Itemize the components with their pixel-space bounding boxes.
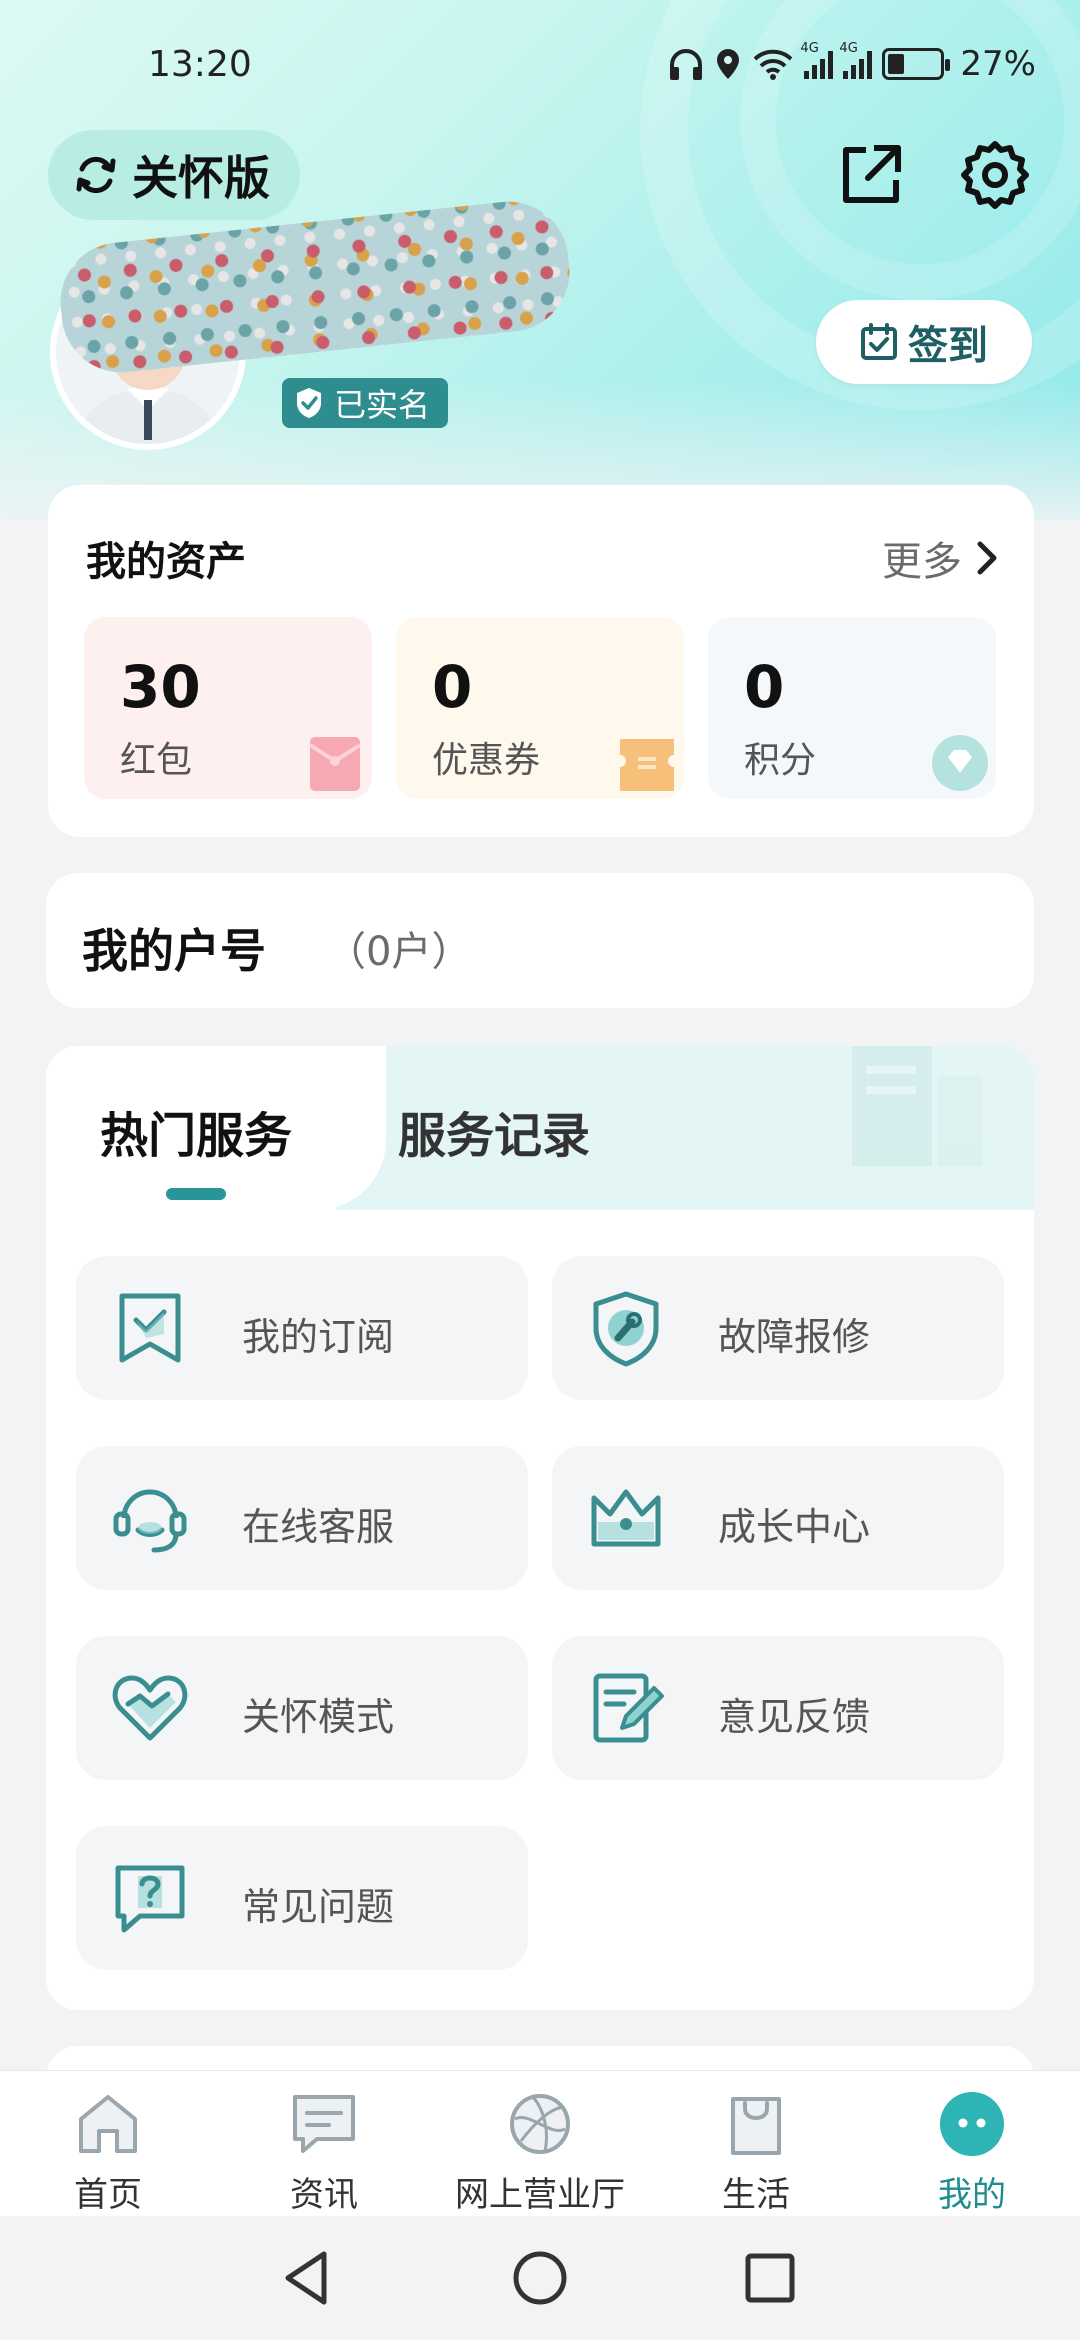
coupon-icon: [620, 739, 674, 791]
service-feedback[interactable]: 意见反馈: [552, 1636, 1004, 1780]
settings-icon[interactable]: [960, 140, 1030, 210]
red-packet-label: 红包: [120, 740, 193, 781]
bottom-nav: 首页 资讯 网上营业厅 生活 我的: [0, 2070, 1080, 2216]
points-label: 积分: [744, 740, 817, 781]
online-hall-icon: [510, 2094, 570, 2154]
nav-label: 网上营业厅: [455, 2175, 625, 2215]
wifi-icon: [754, 49, 793, 80]
assets-card: 我的资产 更多 30 红包 0 优惠券 0 积分: [48, 485, 1034, 837]
nav-label: 资讯: [290, 2175, 358, 2215]
network-type-1: 4G: [800, 41, 819, 56]
points-diamond-icon: [932, 735, 988, 791]
checkin-button[interactable]: 签到: [816, 300, 1032, 384]
coupon-label: 优惠券: [432, 740, 541, 781]
battery-percent: 27%: [960, 44, 1036, 84]
verified-badge: 已实名: [282, 378, 449, 428]
status-icons: 4G 4G 27%: [668, 41, 1036, 84]
points-value: 0: [744, 653, 785, 721]
asset-tile-red-packet[interactable]: 30 红包: [84, 617, 372, 799]
tab-hot-services[interactable]: 热门服务: [100, 1096, 292, 1166]
signal-icon: 4G: [800, 41, 834, 79]
service-growth-center[interactable]: 成长中心: [552, 1446, 1004, 1590]
service-label: 常见问题: [242, 1885, 395, 1929]
services-card: 热门服务 服务记录 我的订阅 故障报修 在线客服 成长中心 关怀模式 意见反馈 …: [46, 1046, 1034, 2010]
feedback-icon: [593, 1673, 664, 1743]
calendar-icon: [861, 323, 897, 360]
care-heart-icon: [112, 1675, 188, 1741]
nav-mine[interactable]: 我的: [864, 2089, 1080, 2216]
status-bar: 13:20 4G 4G 27%: [0, 0, 1080, 130]
service-label: 我的订阅: [242, 1315, 395, 1359]
service-care-mode[interactable]: 关怀模式: [76, 1636, 528, 1780]
nav-home[interactable]: 首页: [0, 2089, 216, 2216]
news-icon: [293, 2095, 355, 2153]
checkin-label: 签到: [908, 323, 988, 369]
faq-icon: [115, 1865, 185, 1933]
back-icon[interactable]: [276, 2246, 340, 2310]
network-type-2: 4G: [839, 41, 858, 56]
service-label: 意见反馈: [718, 1695, 871, 1739]
account-card[interactable]: 我的户号 （0户）: [46, 873, 1034, 1008]
tab-indicator: [166, 1188, 226, 1200]
nav-life[interactable]: 生活: [648, 2089, 864, 2216]
account-title: 我的户号: [82, 924, 266, 978]
service-fault-repair[interactable]: 故障报修: [552, 1256, 1004, 1400]
status-time: 13:20: [148, 44, 252, 85]
share-icon[interactable]: [836, 140, 906, 210]
battery-icon: [882, 48, 951, 80]
building-decoration-icon: [852, 1046, 982, 1166]
care-mode-button[interactable]: 关怀版: [48, 130, 300, 220]
service-my-subscription[interactable]: 我的订阅: [76, 1256, 528, 1400]
nav-online-hall[interactable]: 网上营业厅: [432, 2089, 648, 2216]
asset-tile-points[interactable]: 0 积分: [708, 617, 996, 799]
service-faq[interactable]: 常见问题: [76, 1826, 528, 1970]
assets-more-label: 更多: [882, 539, 962, 585]
nav-label: 我的: [938, 2175, 1006, 2215]
asset-tile-coupon[interactable]: 0 优惠券: [396, 617, 684, 799]
mine-icon: [940, 2092, 1004, 2156]
life-bag-icon: [731, 2097, 781, 2155]
service-label: 在线客服: [242, 1505, 395, 1549]
home-circle-icon[interactable]: [508, 2246, 572, 2310]
assets-title: 我的资产: [86, 539, 246, 585]
coupon-value: 0: [432, 653, 473, 721]
account-count: （0户）: [326, 929, 472, 975]
chevron-right-icon: [977, 541, 997, 575]
tab-service-records[interactable]: 服务记录: [398, 1096, 590, 1166]
location-icon: [717, 49, 740, 79]
care-mode-label: 关怀版: [132, 151, 270, 205]
assets-more-link[interactable]: 更多: [882, 529, 998, 587]
shield-check-icon: [297, 388, 321, 418]
customer-service-icon: [113, 1489, 187, 1553]
signal-icon-2: 4G: [839, 41, 873, 79]
nav-label: 首页: [74, 2175, 142, 2215]
headphones-icon: [670, 49, 703, 80]
recents-icon[interactable]: [738, 2246, 802, 2310]
home-icon: [79, 2095, 137, 2153]
refresh-icon: [76, 156, 116, 194]
red-packet-icon: [308, 737, 362, 791]
service-label: 故障报修: [718, 1315, 871, 1359]
service-online-support[interactable]: 在线客服: [76, 1446, 528, 1590]
subscription-icon: [119, 1293, 181, 1363]
service-label: 关怀模式: [242, 1695, 395, 1739]
nav-news[interactable]: 资讯: [216, 2089, 432, 2216]
verified-label: 已实名: [334, 386, 431, 424]
system-nav-bar: [0, 2216, 1080, 2340]
service-label: 成长中心: [718, 1505, 871, 1549]
repair-icon: [593, 1291, 659, 1367]
red-packet-value: 30: [120, 653, 201, 721]
crown-icon: [591, 1489, 661, 1547]
nav-label: 生活: [722, 2175, 790, 2215]
